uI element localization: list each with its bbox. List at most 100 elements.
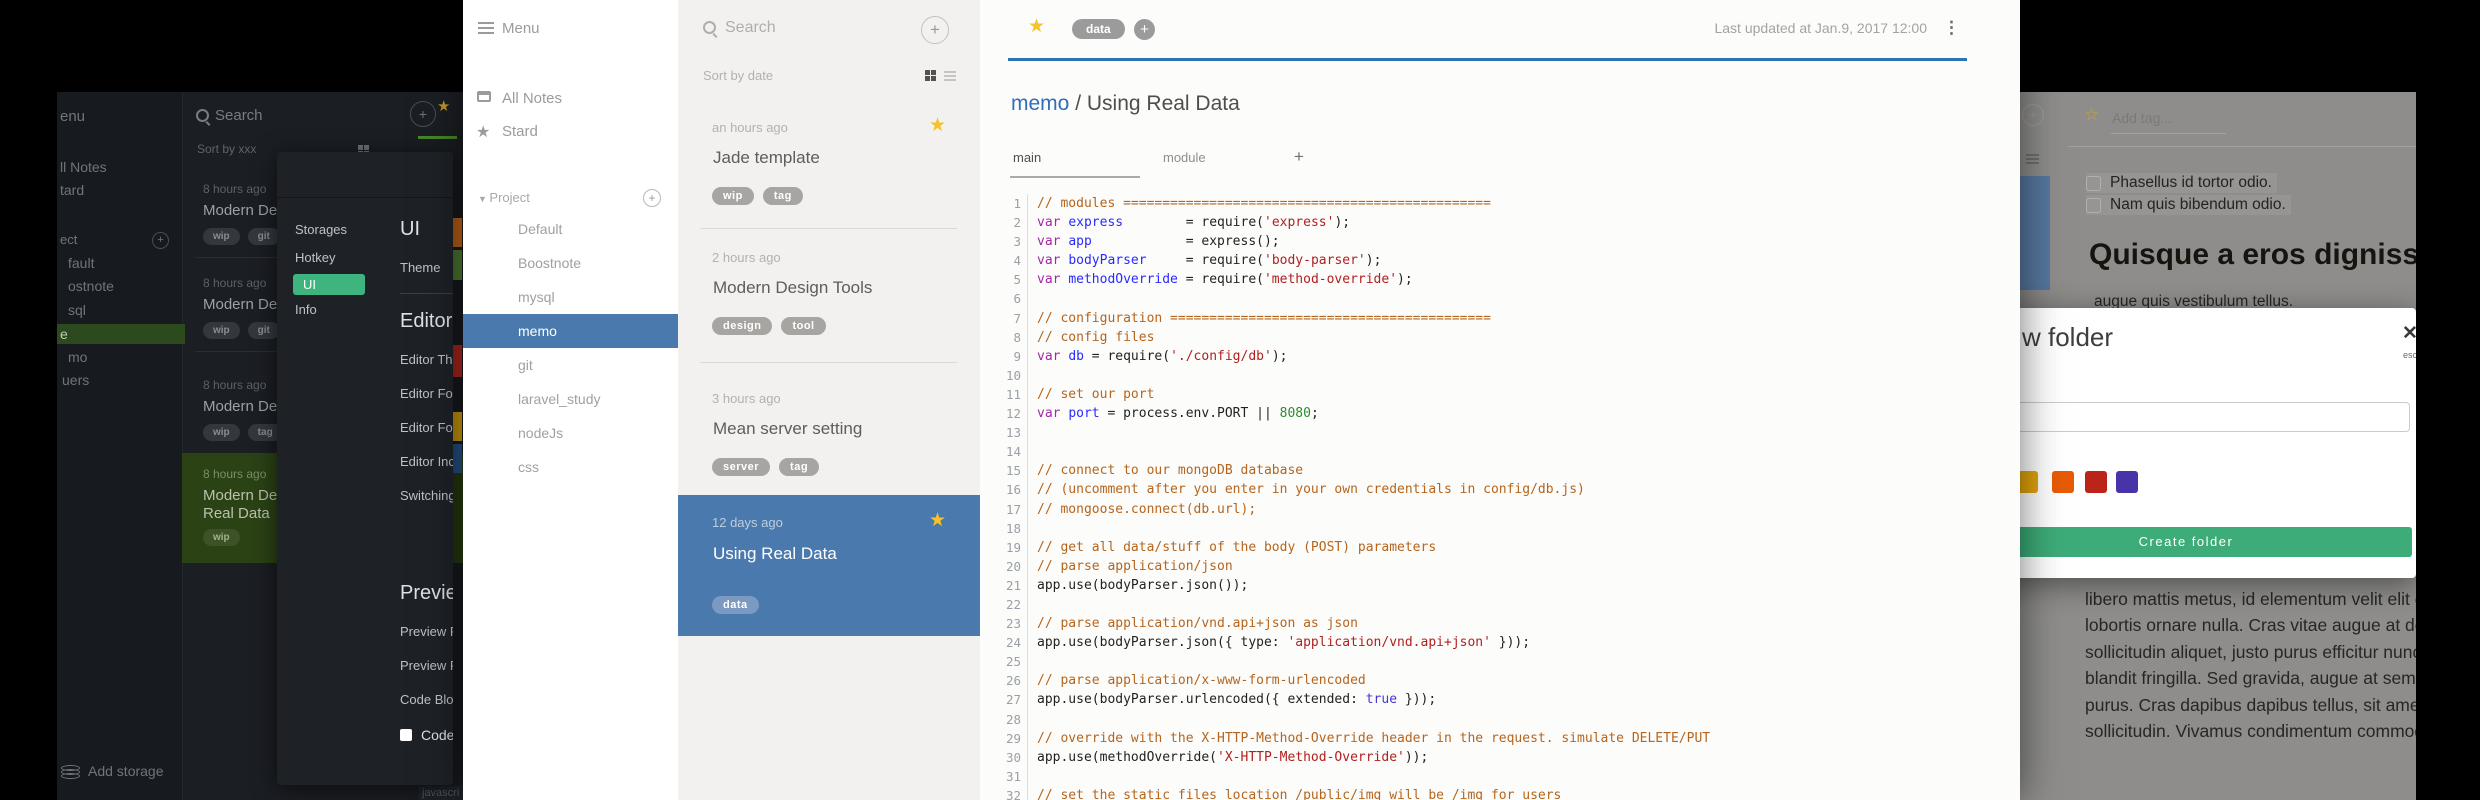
color-swatch[interactable] (2085, 471, 2107, 493)
note-star-icon[interactable]: ★ (1028, 15, 1045, 38)
color-swatch[interactable] (2116, 471, 2138, 493)
sidebar-folder-css[interactable]: css (463, 450, 678, 484)
settings-row[interactable]: Switching (400, 488, 453, 504)
rw-selected-note[interactable] (2020, 176, 2050, 290)
bg-note-title: Modern Des (203, 202, 285, 219)
sidebar-folder-git[interactable]: git (463, 348, 678, 382)
rw-star-icon[interactable]: ☆ (2084, 105, 2099, 125)
new-note-button[interactable]: + (921, 16, 949, 44)
breadcrumb-folder[interactable]: memo (1011, 92, 1069, 115)
bg-folder-item[interactable]: mo (68, 349, 87, 365)
code-line: 25 (980, 652, 2020, 672)
sidebar-folder-Boostnote[interactable]: Boostnote (463, 246, 678, 280)
bg-sort-selector[interactable]: Sort by xxx (197, 142, 256, 156)
settings-row[interactable]: Code Blo (400, 692, 453, 708)
bg-folder-item[interactable]: sql (68, 302, 86, 318)
note-item[interactable]: 3 hours ago Mean server setting server tag (678, 371, 980, 501)
settings-row[interactable]: Theme (400, 260, 453, 276)
bg-new-note-button[interactable]: + (410, 101, 436, 127)
create-folder-button[interactable]: Create folder (1960, 527, 2412, 557)
add-tag-button[interactable]: + (1134, 19, 1155, 40)
bg-folder-item[interactable]: fault (68, 255, 94, 271)
settings-checkbox-row[interactable]: Code B (400, 727, 453, 743)
sidebar-folder-mysql[interactable]: mysql (463, 280, 678, 314)
settings-section-heading: Previe (400, 582, 453, 604)
bg-folder-item[interactable]: uers (62, 372, 89, 388)
project-section-header[interactable]: ▼ Project (478, 190, 530, 205)
note-item[interactable]: an hours ago ★ Jade template wip tag (678, 100, 980, 230)
add-folder-button[interactable]: + (643, 189, 661, 207)
settings-row[interactable]: Preview F (400, 624, 453, 640)
list-view-icon[interactable] (944, 71, 956, 83)
checkbox-icon[interactable] (2086, 175, 2101, 191)
tab-module[interactable]: module (1163, 150, 1206, 165)
folder-name-input[interactable] (1960, 402, 2410, 432)
add-storage-button[interactable]: Add storage (61, 763, 164, 779)
note-tag-badge[interactable]: data (1072, 19, 1125, 39)
line-number: 17 (980, 499, 1028, 519)
checkbox-icon[interactable] (2086, 197, 2101, 213)
bg-tag-badge: wip (203, 424, 240, 441)
bg-menu-label[interactable]: enu (60, 108, 85, 125)
menu-label[interactable]: Menu (502, 20, 540, 37)
settings-section-heading: Editor (400, 310, 453, 332)
settings-row[interactable]: Preview F (400, 658, 453, 674)
mask-right (2416, 0, 2480, 800)
bg-add-folder-button[interactable]: + (152, 232, 169, 249)
rw-add-tag-input[interactable]: Add tag... (2112, 110, 2172, 126)
note-item[interactable]: 12 days ago ★ Using Real Data data (678, 495, 980, 636)
color-swatch[interactable] (2052, 471, 2074, 493)
sidebar-folder-Default[interactable]: Default (463, 212, 678, 246)
code-line: 18 (980, 518, 2020, 538)
note-time: an hours ago (712, 120, 788, 135)
code-line: 15// connect to our mongoDB database (980, 461, 2020, 481)
all-notes-icon (477, 91, 491, 102)
kebab-menu-icon[interactable]: ⋮ (1943, 18, 1960, 38)
settings-row[interactable]: Editor Fo (400, 420, 453, 436)
code-line: 32// set the static files location /publ… (980, 785, 2020, 800)
note-editor: ★ data + Last updated at Jan.9, 2017 12:… (980, 0, 2020, 800)
rw-list-view-icon[interactable] (2026, 154, 2039, 166)
rw-checkbox-row[interactable]: Phasellus id tortor odio. (2086, 173, 2277, 193)
rw-new-note-button[interactable]: + (2022, 104, 2044, 126)
settings-nav-hotkey[interactable]: Hotkey (295, 250, 335, 265)
settings-row[interactable]: Editor Th (400, 352, 453, 368)
code-editor[interactable]: 1// modules ============================… (980, 194, 2020, 800)
hamburger-menu-icon[interactable] (478, 22, 494, 37)
line-number: 2 (980, 213, 1028, 233)
settings-section-heading: UI (400, 218, 420, 240)
bg-search-input[interactable]: Search (215, 107, 263, 124)
sort-selector[interactable]: Sort by date (703, 68, 773, 83)
bg-all-notes-item[interactable]: ll Notes (60, 159, 107, 175)
note-item[interactable]: 2 hours ago Modern Design Tools design tool (678, 230, 980, 360)
sidebar-folder-laravel_study[interactable]: laravel_study (463, 382, 678, 416)
rw-checkbox-row[interactable]: Nam quis bibendum odio. (2086, 195, 2291, 215)
paragraph-line: libero mattis metus, id elementum velit … (2085, 589, 2416, 609)
code-line: 7// configuration ======================… (980, 308, 2020, 328)
sidebar-item-all-notes[interactable]: All Notes (502, 90, 562, 107)
bg-folder-item-selected[interactable]: e (57, 324, 185, 344)
dialog-title: w folder (2022, 322, 2114, 352)
settings-nav-ui[interactable]: UI (293, 274, 365, 295)
bg-folder-item[interactable]: ostnote (68, 278, 114, 294)
note-star-icon[interactable]: ★ (929, 509, 946, 532)
checkbox-icon[interactable] (400, 729, 412, 741)
grid-view-icon[interactable] (925, 70, 937, 82)
sidebar-folder-nodeJs[interactable]: nodeJs (463, 416, 678, 450)
settings-row[interactable]: Editor Fo (400, 386, 453, 402)
code-line: 20// parse application/json (980, 556, 2020, 576)
note-star-icon[interactable]: ★ (929, 114, 946, 137)
settings-nav-info[interactable]: Info (295, 302, 317, 317)
sidebar-folder-memo[interactable]: memo (463, 314, 678, 348)
breadcrumb: memo / Using Real Data (1011, 92, 1240, 115)
tab-main[interactable]: main (1013, 150, 1041, 165)
bg-starred-item[interactable]: tard (60, 182, 84, 198)
bg-syntax-mode-label[interactable]: javascri (418, 786, 464, 800)
add-tab-button[interactable]: + (1294, 147, 1304, 167)
bg-star-icon[interactable]: ★ (437, 97, 450, 115)
search-input[interactable]: Search (725, 19, 776, 37)
sidebar-item-starred[interactable]: Stard (502, 123, 538, 140)
bg-note-tags: wip (203, 527, 248, 546)
settings-row[interactable]: Editor Inc (400, 454, 453, 470)
settings-nav-storages[interactable]: Storages (295, 222, 347, 237)
